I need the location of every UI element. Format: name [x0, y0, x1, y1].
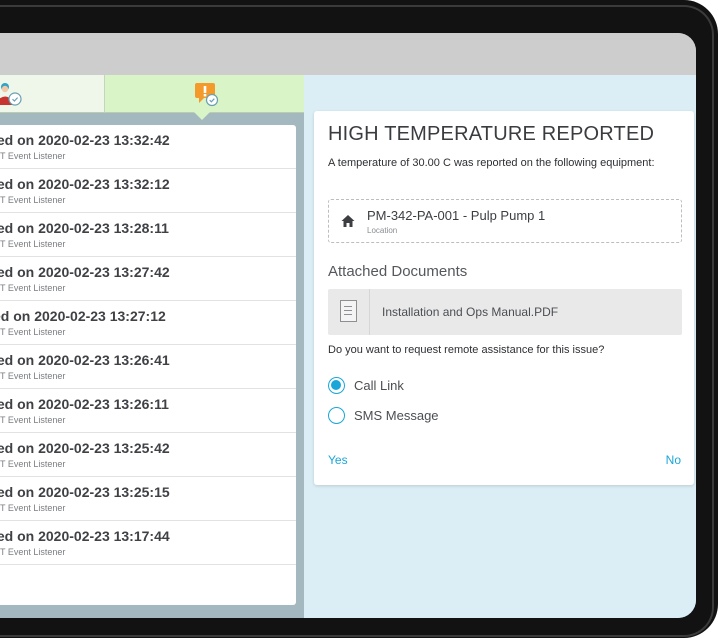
event-list-pane: led on 2020-02-23 13:32:42 oT Event List… — [0, 75, 304, 618]
event-title: led on 2020-02-23 13:28:11 — [0, 220, 169, 236]
active-tab-pointer — [194, 112, 210, 120]
attached-documents-heading: Attached Documents — [328, 263, 468, 280]
equipment-box[interactable]: PM-342-PA-001 - Pulp Pump 1 Location — [328, 199, 682, 243]
list-item[interactable]: led on 2020-02-23 13:26:11 oT Event List… — [0, 389, 296, 433]
event-title: led on 2020-02-23 13:26:11 — [0, 396, 169, 412]
event-title: led on 2020-02-23 13:25:42 — [0, 440, 170, 456]
event-title: led on 2020-02-23 13:26:41 — [0, 352, 170, 368]
alert-title: HIGH TEMPERATURE REPORTED — [328, 123, 655, 145]
list-item[interactable]: ed on 2020-02-23 13:27:12 oT Event Liste… — [0, 301, 296, 345]
list-item[interactable]: led on 2020-02-23 13:32:42 oT Event List… — [0, 125, 296, 169]
event-title: led on 2020-02-23 13:32:12 — [0, 176, 170, 192]
event-source: oT Event Listener — [0, 503, 66, 513]
alert-icon — [195, 83, 219, 107]
yes-button[interactable]: Yes — [328, 453, 348, 467]
list-item[interactable]: led on 2020-02-23 13:25:42 oT Event List… — [0, 433, 296, 477]
top-bar — [0, 33, 696, 75]
event-list: led on 2020-02-23 13:32:42 oT Event List… — [0, 125, 296, 605]
option-sms-message[interactable]: SMS Message — [328, 406, 528, 426]
event-source: oT Event Listener — [0, 195, 66, 205]
alert-card: HIGH TEMPERATURE REPORTED A temperature … — [314, 111, 694, 485]
list-item[interactable]: led on 2020-02-23 13:32:12 oT Event List… — [0, 169, 296, 213]
radio-call-link[interactable] — [328, 377, 345, 394]
list-item[interactable]: led on 2020-02-23 13:25:15 oT Event List… — [0, 477, 296, 521]
assistance-question: Do you want to request remote assistance… — [328, 344, 605, 356]
equipment-name: PM-342-PA-001 - Pulp Pump 1 — [367, 208, 546, 223]
event-source: oT Event Listener — [0, 327, 66, 337]
list-item[interactable]: led on 2020-02-23 13:17:44 oT Event List… — [0, 521, 296, 565]
event-title: led on 2020-02-23 13:17:44 — [0, 528, 170, 544]
event-source: oT Event Listener — [0, 415, 66, 425]
document-name: Installation and Ops Manual.PDF — [382, 305, 559, 319]
event-title: led on 2020-02-23 13:27:42 — [0, 264, 170, 280]
equipment-location-label: Location — [367, 226, 398, 235]
list-item[interactable]: led on 2020-02-23 13:28:11 oT Event List… — [0, 213, 296, 257]
event-source: oT Event Listener — [0, 151, 66, 161]
app-screen: led on 2020-02-23 13:32:42 oT Event List… — [0, 33, 696, 618]
event-source: oT Event Listener — [0, 283, 66, 293]
tab-alerts[interactable] — [105, 75, 304, 113]
list-item[interactable]: led on 2020-02-23 13:27:42 oT Event List… — [0, 257, 296, 301]
no-button[interactable]: No — [666, 453, 681, 467]
event-source: oT Event Listener — [0, 459, 66, 469]
tab-bar — [0, 75, 304, 120]
alert-detail-pane: HIGH TEMPERATURE REPORTED A temperature … — [304, 75, 696, 618]
home-icon — [341, 215, 355, 227]
alert-description: A temperature of 30.00 C was reported on… — [328, 157, 655, 169]
list-item[interactable]: led on 2020-02-23 13:26:41 oT Event List… — [0, 345, 296, 389]
user-avatar-icon — [0, 83, 22, 106]
option-label: SMS Message — [354, 408, 439, 423]
document-icon — [340, 300, 357, 322]
document-item[interactable]: Installation and Ops Manual.PDF — [328, 289, 682, 335]
option-label: Call Link — [354, 378, 404, 393]
event-title: led on 2020-02-23 13:25:15 — [0, 484, 170, 500]
tablet-frame: led on 2020-02-23 13:32:42 oT Event List… — [0, 0, 718, 638]
option-call-link[interactable]: Call Link — [328, 376, 528, 396]
event-source: oT Event Listener — [0, 239, 66, 249]
radio-sms-message[interactable] — [328, 407, 345, 424]
tab-users[interactable] — [0, 75, 105, 113]
event-source: oT Event Listener — [0, 371, 66, 381]
event-title: led on 2020-02-23 13:32:42 — [0, 132, 170, 148]
event-source: oT Event Listener — [0, 547, 66, 557]
event-title: ed on 2020-02-23 13:27:12 — [0, 308, 166, 324]
document-icon-box — [328, 289, 370, 335]
